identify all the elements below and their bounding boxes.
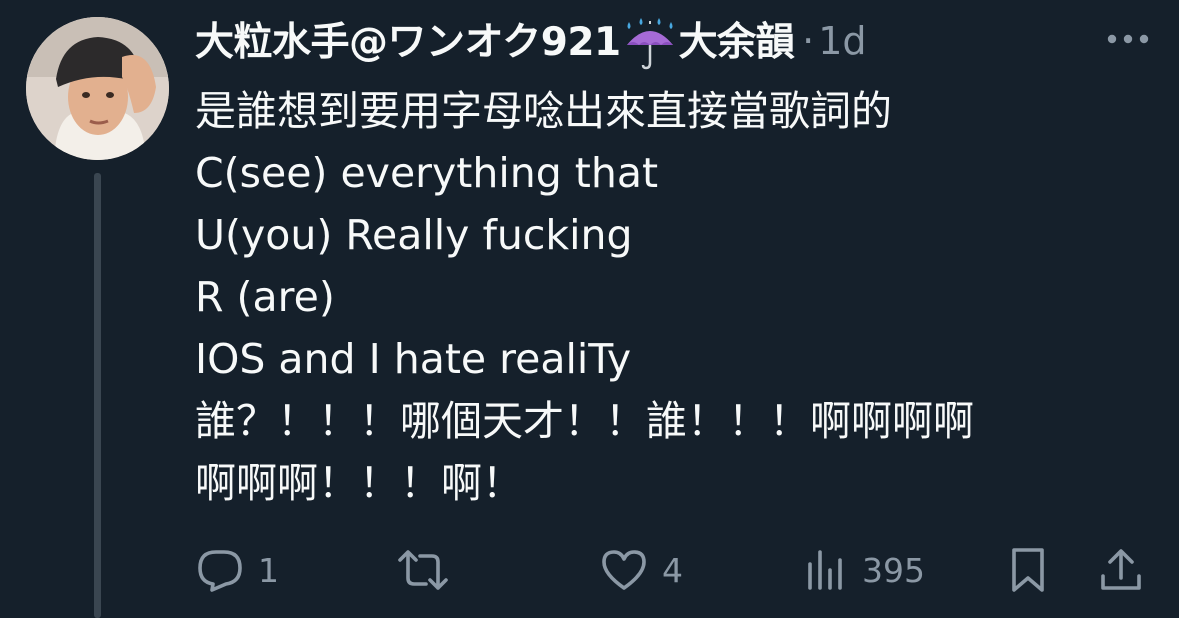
share-icon (1101, 549, 1141, 590)
tweet-text-line: 是誰想到要用字母唸出來直接當歌詞的 (195, 87, 892, 135)
avatar[interactable] (26, 17, 169, 160)
tweet[interactable]: 大粒水手@ワンオク921 大余韻 · 1d 是誰想到要用字母唸出來直接當歌詞的 … (0, 0, 1179, 618)
share-button[interactable] (1098, 540, 1144, 600)
tweet-header: 大粒水手@ワンオク921 大余韻 · 1d (195, 14, 867, 70)
analytics-icon (808, 550, 842, 590)
reply-button[interactable]: 1 (196, 540, 279, 600)
timestamp[interactable]: 1d (818, 19, 866, 63)
action-bar: 1 4 395 (0, 540, 1179, 600)
tweet-text-line: U(you) Really fucking (195, 211, 633, 259)
tweet-text-line: 誰？！！！哪個天才！！誰！！！啊啊啊啊 (195, 397, 974, 445)
like-count: 4 (662, 550, 683, 590)
bookmark-button[interactable] (1008, 540, 1048, 600)
more-icon (1107, 34, 1149, 44)
retweet-button[interactable] (396, 540, 464, 600)
reply-icon (198, 550, 242, 592)
like-button[interactable]: 4 (600, 540, 683, 600)
tweet-text: 是誰想到要用字母唸出來直接當歌詞的 C(see) everything that… (195, 80, 1155, 514)
bookmark-icon (1012, 548, 1044, 592)
tweet-text-line: 啊啊啊！！！啊！ (195, 459, 523, 507)
tweet-text-line: IOS and I hate realiTy (195, 335, 632, 383)
display-name-text[interactable]: 大粒水手@ワンオク921 (195, 20, 621, 65)
tweet-text-line: R (are) (195, 273, 335, 321)
reply-count: 1 (258, 550, 279, 590)
separator-dot: · (802, 19, 815, 63)
tweet-text-line: C(see) everything that (195, 149, 659, 197)
views-count: 395 (862, 550, 925, 590)
heart-icon (602, 550, 646, 590)
display-name-suffix[interactable]: 大余韻 (679, 20, 795, 65)
display-name[interactable]: 大粒水手@ワンオク921 大余韻 (195, 11, 795, 72)
retweet-icon (398, 550, 448, 590)
views-button[interactable]: 395 (804, 540, 925, 600)
umbrella-with-rain-icon (621, 17, 679, 71)
more-options-button[interactable] (1098, 22, 1158, 56)
